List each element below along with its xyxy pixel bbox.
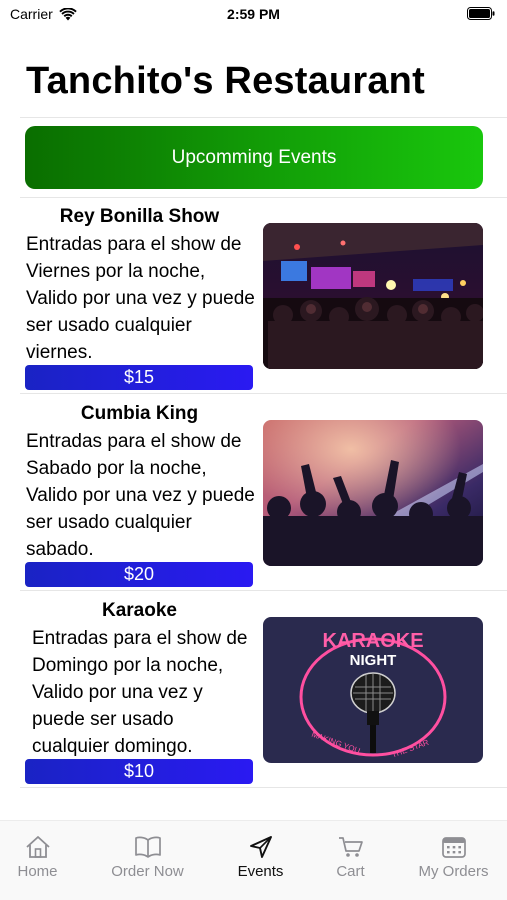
poster-title-text: KARAOKE xyxy=(322,630,423,652)
event-price-button[interactable]: $15 xyxy=(25,365,253,390)
tab-label: My Orders xyxy=(418,863,489,880)
upcoming-events-banner[interactable]: Upcomming Events xyxy=(25,126,483,189)
page-title: Tanchito's Restaurant xyxy=(26,60,425,102)
event-description: Entradas para el show de Viernes por la … xyxy=(26,234,255,363)
send-icon xyxy=(249,836,272,858)
event-description: Entradas para el show de Domingo por la … xyxy=(32,628,248,757)
status-time: 2:59 PM xyxy=(227,6,280,22)
status-bar: Carrier 2:59 PM xyxy=(0,0,507,30)
home-icon xyxy=(25,836,50,858)
tab-bar: Home Order Now Events Cart My Orders xyxy=(0,820,507,900)
event-card[interactable]: Rey Bonilla Show Entradas para el show d… xyxy=(0,198,507,393)
tab-label: Order Now xyxy=(111,863,184,880)
book-icon xyxy=(134,836,161,858)
tab-label: Events xyxy=(237,863,284,880)
event-title: Cumbia King xyxy=(80,403,199,424)
tab-my-orders[interactable]: My Orders xyxy=(403,835,504,880)
event-card[interactable]: Karaoke Entradas para el show de Domingo… xyxy=(0,592,507,787)
concert-crowd-image xyxy=(263,223,483,369)
battery-icon xyxy=(467,7,495,20)
calendar-icon xyxy=(441,837,466,858)
divider xyxy=(20,117,507,118)
event-price-button[interactable]: $20 xyxy=(25,562,253,587)
divider xyxy=(20,590,507,591)
dance-party-image xyxy=(263,420,483,566)
tab-label: Cart xyxy=(336,863,365,880)
tab-label: Home xyxy=(17,863,58,880)
event-card[interactable]: Cumbia King Entradas para el show de Sab… xyxy=(0,395,507,590)
tab-cart[interactable]: Cart xyxy=(300,835,401,880)
divider xyxy=(20,393,507,394)
divider xyxy=(20,787,507,788)
poster-subtitle-text: NIGHT xyxy=(350,652,397,669)
karaoke-night-poster: KARAOKE NIGHT MAKING YOU THE STAR xyxy=(263,617,483,763)
tab-home[interactable]: Home xyxy=(0,835,88,880)
tab-events[interactable]: Events xyxy=(210,835,311,880)
tab-order-now[interactable]: Order Now xyxy=(97,835,198,880)
event-price-button[interactable]: $10 xyxy=(25,759,253,784)
event-title: Rey Bonilla Show xyxy=(59,206,220,227)
event-title: Karaoke xyxy=(102,600,177,621)
event-description: Entradas para el show de Sabado por la n… xyxy=(26,431,255,560)
cart-icon xyxy=(338,837,363,857)
